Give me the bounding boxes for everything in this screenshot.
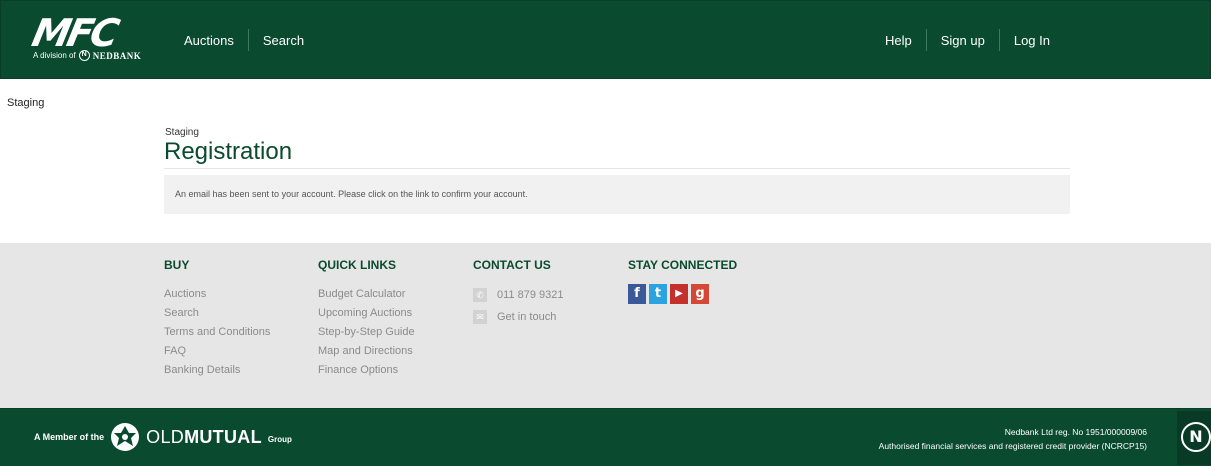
footer-link-auctions[interactable]: Auctions — [164, 288, 206, 300]
logo-subtitle: A division of N NEDBANK — [33, 50, 141, 61]
bottom-bar: A Member of the OLDMUTUAL Group Nedbank … — [0, 408, 1211, 466]
om-old-text: OLD — [146, 426, 185, 447]
nedbank-logo-icon: N — [1181, 422, 1211, 452]
twitter-icon[interactable]: t — [649, 284, 667, 304]
footer-link-faq[interactable]: FAQ — [164, 345, 186, 357]
title-divider — [164, 168, 1070, 169]
old-mutual-wordmark: OLDMUTUAL — [146, 427, 262, 448]
nedbank-badge: N — [1177, 411, 1211, 465]
member-of-text: A Member of the — [34, 432, 105, 442]
phone-icon: ✆ — [473, 287, 487, 302]
om-mutual-text: MUTUAL — [184, 426, 262, 447]
contact-get-in-touch[interactable]: ✉ Get in touch — [473, 307, 563, 326]
site-header: MFC A division of N NEDBANK Auctions Sea… — [0, 0, 1211, 79]
logo-mark: MFC — [28, 11, 121, 55]
account-nav: Help Sign up Log In — [885, 29, 1050, 51]
footer-quick-links-column: QUICK LINKS Budget Calculator Upcoming A… — [318, 258, 415, 380]
footer-link-banking-details[interactable]: Banking Details — [164, 364, 240, 376]
confirmation-notice: An email has been sent to your account. … — [164, 175, 1070, 214]
breadcrumb: Staging — [165, 127, 199, 138]
legal-registration: Nedbank Ltd reg. No 1951/000009/06 — [1004, 427, 1147, 437]
contact-phone[interactable]: ✆ 011 879 9321 — [473, 285, 563, 304]
footer-link-finance-options[interactable]: Finance Options — [318, 364, 398, 376]
envelope-icon: ✉ — [473, 309, 487, 324]
nav-search[interactable]: Search — [263, 33, 304, 48]
contact-phone-number: 011 879 9321 — [497, 288, 564, 301]
google-plus-icon[interactable]: g — [691, 284, 709, 304]
mfc-logo[interactable]: MFC A division of N NEDBANK — [28, 11, 153, 63]
nav-log-in[interactable]: Log In — [1014, 33, 1050, 48]
site-footer: BUY Auctions Search Terms and Conditions… — [0, 243, 1211, 408]
logo-division-text: A division of — [33, 51, 76, 60]
youtube-icon[interactable]: ▶ — [670, 284, 688, 304]
footer-heading-quick-links: QUICK LINKS — [318, 258, 396, 272]
facebook-icon[interactable]: f — [628, 284, 646, 304]
om-group-text: Group — [267, 434, 292, 444]
nav-help[interactable]: Help — [885, 33, 912, 48]
page-title: Registration — [164, 138, 293, 165]
footer-heading-stay-connected: STAY CONNECTED — [628, 258, 738, 272]
social-links: f t ▶ g — [628, 284, 737, 304]
nedbank-logo-icon: N — [78, 50, 90, 61]
nav-divider — [247, 29, 249, 51]
nav-divider — [998, 29, 1000, 51]
footer-buy-column: BUY Auctions Search Terms and Conditions… — [164, 258, 270, 380]
footer-contact-column: CONTACT US ✆ 011 879 9321 ✉ Get in touch — [473, 258, 563, 329]
footer-link-step-guide[interactable]: Step-by-Step Guide — [318, 326, 415, 338]
footer-link-terms[interactable]: Terms and Conditions — [164, 326, 270, 338]
logo-bank-name: NEDBANK — [92, 50, 142, 61]
nav-divider — [925, 29, 927, 51]
nav-sign-up[interactable]: Sign up — [941, 33, 985, 48]
old-mutual-logo-icon — [111, 423, 140, 451]
footer-social-column: STAY CONNECTED f t ▶ g — [628, 258, 737, 304]
footer-link-search[interactable]: Search — [164, 307, 199, 319]
footer-heading-buy: BUY — [164, 258, 190, 272]
footer-heading-contact: CONTACT US — [473, 258, 551, 272]
contact-get-in-touch-label: Get in touch — [497, 310, 557, 323]
nav-auctions[interactable]: Auctions — [184, 33, 234, 48]
old-mutual-branding: A Member of the OLDMUTUAL Group — [34, 422, 292, 452]
footer-link-upcoming-auctions[interactable]: Upcoming Auctions — [318, 307, 412, 319]
footer-link-budget-calculator[interactable]: Budget Calculator — [318, 288, 405, 300]
footer-link-map-directions[interactable]: Map and Directions — [318, 345, 413, 357]
legal-credit-provider: Authorised financial services and regist… — [878, 441, 1147, 451]
staging-label: Staging — [7, 97, 45, 109]
legal-text: Nedbank Ltd reg. No 1951/000009/06 Autho… — [879, 425, 1147, 453]
primary-nav: Auctions Search — [184, 29, 304, 51]
